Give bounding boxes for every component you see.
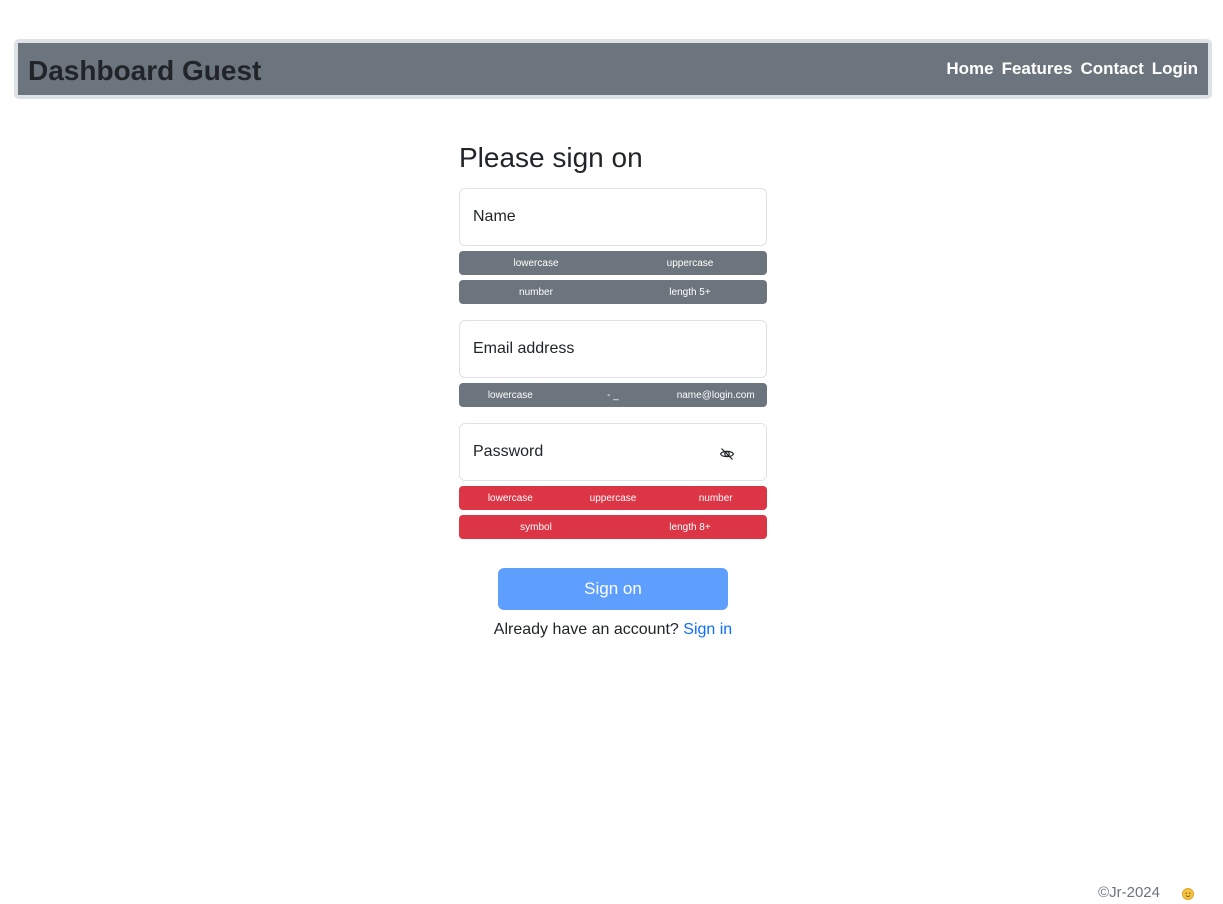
rule-number: number [519,286,553,298]
password-field-label: Password [473,443,544,460]
footer-copyright: ©Jr-2024 [1098,884,1160,901]
brand-title[interactable]: Dashboard Guest [28,52,261,87]
rule-allowed-symbols: - _ [607,389,619,401]
account-prompt-text: Already have an account? [493,621,679,638]
rule-number: number [698,492,733,504]
email-rules-row: lowercase - _ name@login.com [459,383,767,407]
nav-link-login[interactable]: Login [1152,59,1198,79]
nav-links: Home Features Contact Login [946,59,1198,79]
password-field[interactable]: Password [459,423,767,481]
rule-lowercase: lowercase [487,492,533,504]
signup-form: Please sign on Name lowercase uppercase … [459,138,767,638]
name-field[interactable]: Name [459,188,767,246]
account-prompt: Already have an account? Sign in [459,621,767,639]
rule-lowercase: lowercase [513,257,559,269]
name-rules-row-1: lowercase uppercase [459,251,767,275]
rule-lowercase: lowercase [487,389,533,401]
rule-symbol: symbol [520,521,552,533]
nav-link-features[interactable]: Features [1002,59,1073,79]
email-field[interactable]: Email address [459,320,767,378]
navbar: Dashboard Guest Home Features Contact Lo… [18,43,1208,95]
sign-on-button[interactable]: Sign on [498,568,728,610]
rule-email-format: name@login.com [676,389,755,401]
nav-link-home[interactable]: Home [946,59,993,79]
password-rules-row-1: lowercase uppercase number [459,486,767,510]
rule-length: length 5+ [669,286,711,298]
sun-icon[interactable] [1180,886,1196,902]
form-title: Please sign on [459,142,643,173]
navbar-container: Dashboard Guest Home Features Contact Lo… [14,39,1212,99]
sign-in-link[interactable]: Sign in [683,621,732,638]
email-field-label: Email address [473,340,575,357]
eye-slash-icon[interactable] [719,446,735,462]
rule-uppercase: uppercase [666,257,714,269]
rule-length: length 8+ [669,521,711,533]
password-rules-row-2: symbol length 8+ [459,515,767,539]
name-rules-row-2: number length 5+ [459,280,767,304]
nav-link-contact[interactable]: Contact [1080,59,1143,79]
rule-uppercase: uppercase [589,492,637,504]
name-field-label: Name [473,208,516,225]
